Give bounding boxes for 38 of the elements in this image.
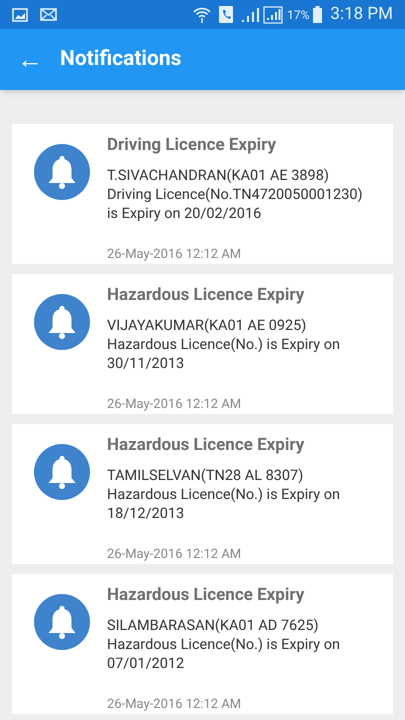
- notification-time: 26-May-2016 12:12 AM: [107, 546, 242, 564]
- bell-icon: [34, 444, 90, 500]
- notification-title: Hazardous Licence Expiry: [107, 584, 306, 606]
- signal-icon: [241, 6, 260, 22]
- phone-icon: [219, 6, 234, 23]
- bell-icon: [34, 144, 90, 200]
- clock: 3:18 PM: [330, 2, 393, 26]
- notification-message: is Expiry on 20/02/2016: [107, 204, 262, 223]
- notification-card[interactable]: Driving Licence Expiry T.SIVACHANDRAN(KA01 AE 3898) Driving Licence(No.TN4720050001230) is Expiry on 20/02/2016 26-May-2016 12:12 AM: [12, 124, 393, 264]
- notification-message: Hazardous Licence(No.) is Expiry on: [107, 335, 340, 354]
- notification-card[interactable]: Hazardous Licence Expiry TAMILSELVAN(TN28 AL 8307) Hazardous Licence(No.) is Expiry on 18/12/2013 26-May-2016 12:12 AM: [12, 424, 393, 564]
- notification-message: Hazardous Licence(No.) is Expiry on: [107, 635, 340, 654]
- notification-message: Hazardous Licence(No.) is Expiry on: [107, 485, 340, 504]
- notification-message: TAMILSELVAN(TN28 AL 8307): [107, 466, 304, 485]
- notification-message: SILAMBARASAN(KA01 AD 7625): [107, 616, 320, 635]
- image-icon: [12, 8, 28, 22]
- notification-message: VIJAYAKUMAR(KA01 AE 0925): [107, 316, 308, 335]
- mail-icon: [40, 8, 57, 21]
- notification-title: Hazardous Licence Expiry: [107, 434, 306, 456]
- notification-message: 30/11/2013: [107, 354, 186, 373]
- notification-time: 26-May-2016 12:12 AM: [107, 396, 242, 414]
- battery-icon: [313, 6, 322, 23]
- notification-message: Driving Licence(No.TN4720050001230): [107, 185, 363, 204]
- wifi-icon: [193, 6, 212, 24]
- notification-card[interactable]: Hazardous Licence Expiry VIJAYAKUMAR(KA01 AE 0925) Hazardous Licence(No.) is Expiry on 30/11/2013 26-May-2016 12:12 AM: [12, 274, 393, 414]
- bell-icon: [34, 594, 90, 650]
- notification-message: 07/01/2012: [107, 654, 186, 673]
- notification-message: T.SIVACHANDRAN(KA01 AE 3898): [107, 166, 330, 185]
- bell-icon: [34, 294, 90, 350]
- screen-title: Notifications: [60, 46, 182, 73]
- notification-time: 26-May-2016 12:12 AM: [107, 246, 242, 264]
- notification-message: 18/12/2013: [107, 504, 186, 523]
- battery-percent: 17%: [287, 6, 310, 24]
- notification-card[interactable]: Hazardous Licence Expiry SILAMBARASAN(KA01 AD 7625) Hazardous Licence(No.) is Expiry on 07/01/2012 26-May-2016 12:12 AM: [12, 574, 393, 714]
- signal-icon: [263, 6, 284, 24]
- notification-time: 26-May-2016 12:12 AM: [107, 696, 242, 714]
- notification-title: Hazardous Licence Expiry: [107, 284, 306, 306]
- notification-title: Driving Licence Expiry: [107, 134, 278, 156]
